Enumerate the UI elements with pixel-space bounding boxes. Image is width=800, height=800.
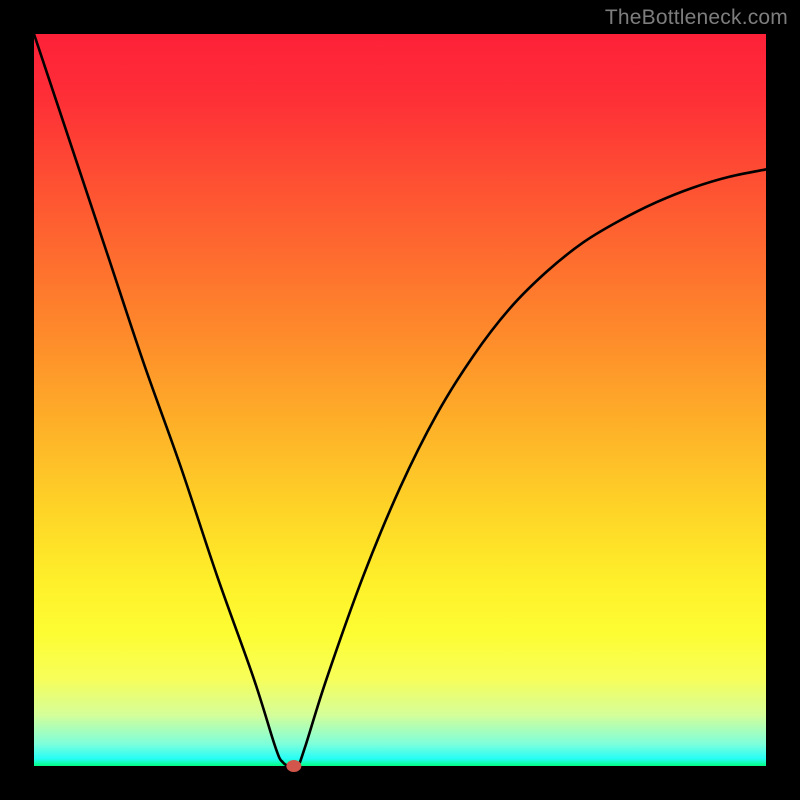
bottleneck-curve-path [34,34,766,768]
watermark-text: TheBottleneck.com [605,6,788,30]
minimum-marker [286,760,301,772]
curve-layer [34,34,766,766]
chart-frame: TheBottleneck.com [0,0,800,800]
plot-area [34,34,766,766]
